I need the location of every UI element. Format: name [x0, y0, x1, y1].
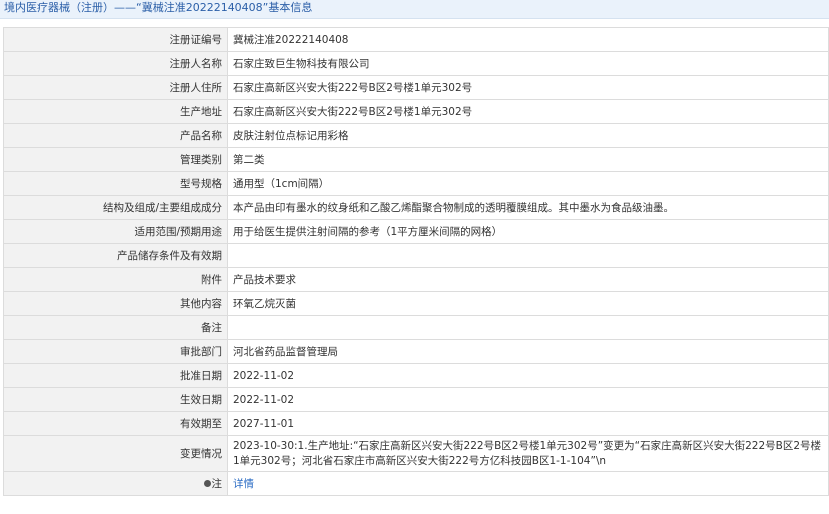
row-label-registrant-name: 注册人名称 — [3, 51, 228, 76]
row-label-storage-validity: 产品储存条件及有效期 — [3, 243, 228, 268]
table-row: 变更情况 2023-10-30:1.生产地址:“石家庄高新区兴安大街222号B区… — [3, 435, 829, 472]
row-label-effective-date: 生效日期 — [3, 387, 228, 412]
row-label-structure-composition: 结构及组成/主要组成成分 — [3, 195, 228, 220]
row-value-change-history: 2023-10-30:1.生产地址:“石家庄高新区兴安大街222号B区2号楼1单… — [227, 435, 829, 472]
row-value-production-address: 石家庄高新区兴安大街222号B区2号楼1单元302号 — [227, 99, 829, 124]
table-row: 注册人名称 石家庄致巨生物科技有限公司 — [3, 51, 829, 76]
row-label-change-history: 变更情况 — [3, 435, 228, 472]
row-value-approval-date: 2022-11-02 — [227, 363, 829, 388]
header-bar: 境内医疗器械（注册）——“冀械注准20222140408”基本信息 — [0, 0, 829, 19]
row-label-approval-department: 审批部门 — [3, 339, 228, 364]
row-label-production-address: 生产地址 — [3, 99, 228, 124]
table-row: 生产地址 石家庄高新区兴安大街222号B区2号楼1单元302号 — [3, 99, 829, 124]
row-label-registrant-address: 注册人住所 — [3, 75, 228, 100]
row-label-remarks: 备注 — [3, 315, 228, 340]
table-row: 型号规格 通用型（1cm间隔） — [3, 171, 829, 196]
table-row: 有效期至 2027-11-01 — [3, 411, 829, 436]
pin-icon — [203, 479, 211, 487]
row-value-storage-validity — [227, 243, 829, 268]
row-value-intended-use: 用于给医生提供注射间隔的参考（1平方厘米间隔的网格） — [227, 219, 829, 244]
row-value-registrant-address: 石家庄高新区兴安大街222号B区2号楼1单元302号 — [227, 75, 829, 100]
row-label-other-content: 其他内容 — [3, 291, 228, 316]
row-label-intended-use: 适用范围/预期用途 — [3, 219, 228, 244]
table-row: 产品名称 皮肤注射位点标记用彩格 — [3, 123, 829, 148]
table-row: 结构及组成/主要组成成分 本产品由印有墨水的纹身纸和乙酸乙烯酯聚合物制成的透明覆… — [3, 195, 829, 220]
table-row: 备注 — [3, 315, 829, 340]
table-row: 其他内容 环氧乙烷灭菌 — [3, 291, 829, 316]
row-label-model-spec: 型号规格 — [3, 171, 228, 196]
details-link[interactable]: 详情 — [233, 478, 254, 490]
table-row: 管理类别 第二类 — [3, 147, 829, 172]
table-row: 生效日期 2022-11-02 — [3, 387, 829, 412]
row-label-product-name: 产品名称 — [3, 123, 228, 148]
row-value-model-spec: 通用型（1cm间隔） — [227, 171, 829, 196]
table-row: 审批部门 河北省药品监督管理局 — [3, 339, 829, 364]
table-row: 注 详情 — [3, 471, 829, 496]
row-value-product-name: 皮肤注射位点标记用彩格 — [227, 123, 829, 148]
row-value-remarks — [227, 315, 829, 340]
row-value-approval-department: 河北省药品监督管理局 — [227, 339, 829, 364]
row-label-registration-number: 注册证编号 — [3, 27, 228, 52]
row-label-management-category: 管理类别 — [3, 147, 228, 172]
registration-info-table: 注册证编号 冀械注准20222140408 注册人名称 石家庄致巨生物科技有限公… — [3, 27, 829, 496]
table-row: 注册证编号 冀械注准20222140408 — [3, 27, 829, 52]
note-label: 注 — [211, 477, 223, 490]
table-row: 注册人住所 石家庄高新区兴安大街222号B区2号楼1单元302号 — [3, 75, 829, 100]
row-value-note: 详情 — [227, 471, 829, 496]
row-label-expiry-date: 有效期至 — [3, 411, 228, 436]
table-row: 批准日期 2022-11-02 — [3, 363, 829, 388]
row-value-registrant-name: 石家庄致巨生物科技有限公司 — [227, 51, 829, 76]
row-label-note: 注 — [3, 471, 228, 496]
table-row: 产品储存条件及有效期 — [3, 243, 829, 268]
row-value-effective-date: 2022-11-02 — [227, 387, 829, 412]
row-value-other-content: 环氧乙烷灭菌 — [227, 291, 829, 316]
row-value-registration-number: 冀械注准20222140408 — [227, 27, 829, 52]
row-value-structure-composition: 本产品由印有墨水的纹身纸和乙酸乙烯酯聚合物制成的透明覆膜组成。其中墨水为食品级油… — [227, 195, 829, 220]
row-label-attachment: 附件 — [3, 267, 228, 292]
row-value-expiry-date: 2027-11-01 — [227, 411, 829, 436]
row-value-attachment: 产品技术要求 — [227, 267, 829, 292]
table-row: 适用范围/预期用途 用于给医生提供注射间隔的参考（1平方厘米间隔的网格） — [3, 219, 829, 244]
table-row: 附件 产品技术要求 — [3, 267, 829, 292]
page-title: 境内医疗器械（注册）——“冀械注准20222140408”基本信息 — [4, 1, 313, 14]
row-value-management-category: 第二类 — [227, 147, 829, 172]
row-label-approval-date: 批准日期 — [3, 363, 228, 388]
